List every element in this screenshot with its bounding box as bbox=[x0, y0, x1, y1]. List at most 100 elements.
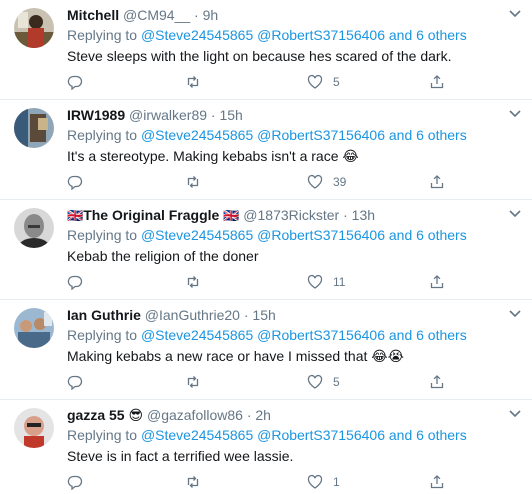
share-button[interactable] bbox=[429, 172, 445, 192]
tweet[interactable]: gazza 55 😎 @gazafollow86 · 2h Replying t… bbox=[0, 400, 532, 494]
tweet-text: Kebab the religion of the doner bbox=[67, 246, 522, 266]
laughing-crying-emoji: 😂😭 bbox=[371, 348, 404, 364]
reply-button[interactable] bbox=[67, 272, 83, 292]
reply-button[interactable] bbox=[67, 72, 83, 92]
reply-icon bbox=[67, 475, 83, 490]
replying-to-label: Replying to bbox=[67, 427, 138, 443]
share-icon bbox=[430, 175, 444, 189]
chevron-down-icon[interactable] bbox=[508, 408, 522, 420]
reply-button[interactable] bbox=[67, 472, 83, 492]
replying-to: Replying to @Steve24545865 @RobertS37156… bbox=[67, 25, 522, 45]
like-icon bbox=[307, 74, 323, 89]
display-name[interactable]: Ian Guthrie bbox=[67, 307, 141, 323]
retweet-button[interactable] bbox=[185, 72, 201, 92]
user-handle[interactable]: @irwalker89 bbox=[129, 107, 207, 123]
chevron-down-icon[interactable] bbox=[508, 108, 522, 120]
tweet-text: Steve sleeps with the light on because h… bbox=[67, 46, 522, 66]
avatar[interactable] bbox=[14, 8, 54, 48]
avatar[interactable] bbox=[14, 208, 54, 248]
like-count: 5 bbox=[333, 375, 340, 389]
replying-to: Replying to @Steve24545865 @RobertS37156… bbox=[67, 325, 522, 345]
reply-icon bbox=[67, 375, 83, 390]
separator-dot: · bbox=[246, 407, 252, 423]
avatar[interactable] bbox=[14, 108, 54, 148]
reply-icon bbox=[67, 75, 83, 90]
retweet-icon bbox=[187, 76, 199, 88]
share-icon bbox=[430, 275, 444, 289]
display-name[interactable]: gazza 55 bbox=[67, 407, 125, 423]
tweet[interactable]: Mitchell @CM94__ · 9h Replying to @Steve… bbox=[0, 0, 532, 100]
replying-to-label: Replying to bbox=[67, 227, 138, 243]
like-icon bbox=[307, 274, 323, 289]
tweet[interactable]: Ian Guthrie @IanGuthrie20 · 15h Replying… bbox=[0, 300, 532, 400]
timestamp[interactable]: 13h bbox=[352, 207, 375, 223]
replying-to: Replying to @Steve24545865 @RobertS37156… bbox=[67, 125, 522, 145]
reply-mentions-link[interactable]: @Steve24545865 @RobertS37156406 and 6 ot… bbox=[141, 27, 467, 43]
like-button[interactable]: 39 bbox=[307, 172, 346, 192]
user-handle[interactable]: @1873Rickster bbox=[243, 207, 339, 223]
retweet-icon bbox=[187, 176, 199, 188]
share-icon bbox=[430, 75, 444, 89]
reply-mentions-link[interactable]: @Steve24545865 @RobertS37156406 and 6 ot… bbox=[141, 427, 467, 443]
chevron-down-icon[interactable] bbox=[508, 308, 522, 320]
like-button[interactable]: 5 bbox=[307, 372, 340, 392]
reply-button[interactable] bbox=[67, 172, 83, 192]
tweet[interactable]: 🇬🇧The Original Fraggle 🇬🇧 @1873Rickster … bbox=[0, 200, 532, 300]
tweet-header: Mitchell @CM94__ · 9h bbox=[67, 6, 522, 25]
reply-mentions-link[interactable]: @Steve24545865 @RobertS37156406 and 6 ot… bbox=[141, 327, 467, 343]
tweet-actions: 1 bbox=[67, 472, 447, 492]
retweet-icon bbox=[187, 376, 199, 388]
uk-flag-emoji: 🇬🇧 bbox=[223, 208, 240, 223]
timestamp[interactable]: 15h bbox=[252, 307, 275, 323]
share-button[interactable] bbox=[429, 372, 445, 392]
reply-feed: Mitchell @CM94__ · 9h Replying to @Steve… bbox=[0, 0, 532, 494]
like-count: 11 bbox=[333, 275, 346, 289]
user-handle[interactable]: @IanGuthrie20 bbox=[145, 307, 240, 323]
chevron-down-icon[interactable] bbox=[508, 208, 522, 220]
like-button[interactable]: 5 bbox=[307, 72, 340, 92]
reply-mentions-link[interactable]: @Steve24545865 @RobertS37156406 and 6 ot… bbox=[141, 227, 467, 243]
reply-mentions-link[interactable]: @Steve24545865 @RobertS37156406 and 6 ot… bbox=[141, 127, 467, 143]
tweet-text-content: It's a stereotype. Making kebabs isn't a… bbox=[67, 148, 339, 164]
display-name[interactable]: IRW1989 bbox=[67, 107, 125, 123]
like-button[interactable]: 1 bbox=[307, 472, 340, 492]
user-handle[interactable]: @CM94__ bbox=[123, 7, 190, 23]
avatar[interactable] bbox=[14, 308, 54, 348]
tweet-text-content: Steve is in fact a terrified wee lassie. bbox=[67, 448, 294, 464]
reply-button[interactable] bbox=[67, 372, 83, 392]
separator-dot: · bbox=[243, 307, 249, 323]
retweet-button[interactable] bbox=[185, 172, 201, 192]
chevron-down-icon[interactable] bbox=[508, 8, 522, 20]
like-count: 5 bbox=[333, 75, 340, 89]
tweet-text-content: Making kebabs a new race or have I misse… bbox=[67, 348, 368, 364]
tweet-text-content: Steve sleeps with the light on because h… bbox=[67, 48, 452, 64]
retweet-button[interactable] bbox=[185, 472, 201, 492]
share-button[interactable] bbox=[429, 272, 445, 292]
tweet-header: 🇬🇧The Original Fraggle 🇬🇧 @1873Rickster … bbox=[67, 206, 522, 225]
tweet-actions: 5 bbox=[67, 372, 447, 392]
timestamp[interactable]: 9h bbox=[203, 7, 219, 23]
separator-dot: · bbox=[194, 7, 199, 23]
timestamp[interactable]: 2h bbox=[255, 407, 271, 423]
display-name[interactable]: The Original Fraggle bbox=[83, 207, 219, 223]
timestamp[interactable]: 15h bbox=[219, 107, 242, 123]
replying-to: Replying to @Steve24545865 @RobertS37156… bbox=[67, 225, 522, 245]
like-count: 39 bbox=[333, 175, 347, 189]
share-button[interactable] bbox=[429, 472, 445, 492]
retweet-button[interactable] bbox=[185, 372, 201, 392]
like-button[interactable]: 11 bbox=[307, 272, 345, 292]
retweet-button[interactable] bbox=[185, 272, 201, 292]
tweet[interactable]: IRW1989 @irwalker89 · 15h Replying to @S… bbox=[0, 100, 532, 200]
share-button[interactable] bbox=[429, 72, 445, 92]
tweet-header: Ian Guthrie @IanGuthrie20 · 15h bbox=[67, 306, 522, 325]
tweet-text: Steve is in fact a terrified wee lassie. bbox=[67, 446, 522, 466]
user-handle[interactable]: @gazafollow86 bbox=[147, 407, 243, 423]
display-name[interactable]: Mitchell bbox=[67, 7, 119, 23]
like-count: 1 bbox=[333, 475, 340, 489]
tweet-actions: 11 bbox=[67, 272, 447, 292]
uk-flag-emoji: 🇬🇧 bbox=[67, 208, 84, 223]
separator-dot: · bbox=[210, 107, 216, 123]
retweet-icon bbox=[187, 476, 199, 488]
avatar[interactable] bbox=[14, 408, 54, 448]
tears-of-joy-emoji: 😂 bbox=[342, 148, 359, 164]
